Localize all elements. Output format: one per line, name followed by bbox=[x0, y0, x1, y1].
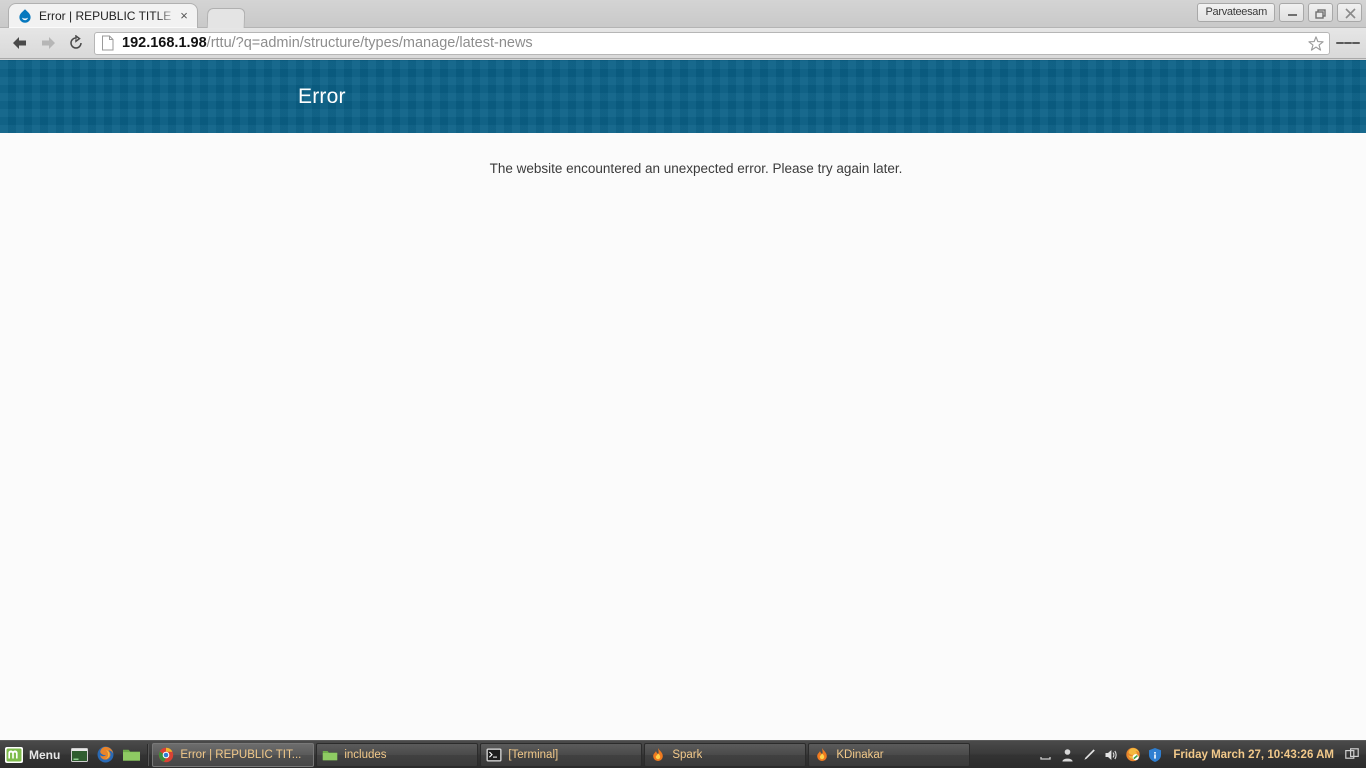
url-path: /rttu/?q=admin/structure/types/manage/la… bbox=[206, 35, 533, 51]
files-launcher[interactable] bbox=[118, 742, 144, 768]
user-icon[interactable] bbox=[1059, 747, 1075, 763]
firefox-tray-icon[interactable] bbox=[1125, 747, 1141, 763]
taskbar-window-label: Error | REPUBLIC TIT... bbox=[180, 748, 302, 761]
user-account-button[interactable]: Parvateesam bbox=[1197, 3, 1275, 22]
hamburger-line bbox=[1352, 41, 1360, 45]
folder-icon bbox=[122, 749, 140, 761]
start-menu-button[interactable]: Menu bbox=[0, 742, 66, 768]
taskbar-window-label: includes bbox=[344, 748, 387, 761]
linux-mint-logo-icon bbox=[5, 746, 23, 763]
url-host: 192.168.1.98 bbox=[122, 35, 207, 51]
update-shield-icon[interactable] bbox=[1147, 747, 1163, 763]
reload-icon bbox=[69, 35, 82, 49]
pen-icon[interactable] bbox=[1081, 747, 1097, 763]
taskbar-window-label: [Terminal] bbox=[508, 748, 559, 761]
error-message: The website encountered an unexpected er… bbox=[489, 161, 903, 176]
flame-icon bbox=[817, 747, 828, 761]
taskbar-window-label: Spark bbox=[672, 748, 703, 761]
forward-arrow-icon bbox=[42, 37, 55, 49]
minimize-icon bbox=[1288, 14, 1297, 16]
site-header: Error bbox=[0, 60, 1366, 133]
taskbar-clock[interactable]: Friday March 27, 10:43:26 AM bbox=[1169, 749, 1338, 761]
tab-close-icon[interactable]: × bbox=[177, 9, 191, 23]
close-icon bbox=[1345, 8, 1356, 19]
volume-icon[interactable] bbox=[1103, 747, 1119, 763]
taskbar-window-button[interactable]: Error | REPUBLIC TIT... bbox=[152, 742, 315, 767]
flame-icon bbox=[653, 747, 664, 761]
maximize-button[interactable] bbox=[1308, 3, 1333, 22]
hide-panel-icon[interactable] bbox=[1037, 747, 1053, 763]
new-tab-button[interactable] bbox=[206, 8, 246, 28]
drupal-droplet-icon bbox=[19, 9, 31, 23]
reload-button[interactable] bbox=[62, 30, 90, 56]
browser-tab[interactable]: Error | REPUBLIC TITLE × bbox=[8, 3, 198, 28]
taskbar-window-button[interactable]: [Terminal] bbox=[480, 742, 643, 767]
navigation-toolbar: 192.168.1.98/rttu/?q=admin/structure/typ… bbox=[0, 28, 1366, 59]
browser-window: Error | REPUBLIC TITLE × Parvateesam 192… bbox=[0, 0, 1366, 740]
forward-button[interactable] bbox=[34, 30, 62, 56]
system-tray: Friday March 27, 10:43:26 AM bbox=[1037, 747, 1366, 763]
url-text: 192.168.1.98/rttu/?q=admin/structure/typ… bbox=[122, 35, 1307, 51]
maximize-icon bbox=[1315, 9, 1326, 19]
taskbar-separator bbox=[147, 743, 150, 766]
terminal-icon bbox=[486, 748, 502, 761]
back-button[interactable] bbox=[6, 30, 34, 56]
start-menu-label: Menu bbox=[29, 747, 61, 762]
window-controls: Parvateesam bbox=[1197, 3, 1362, 22]
page-viewport: Error The website encountered an unexpec… bbox=[0, 60, 1366, 740]
taskbar: Menu Error | REPUBLIC TIT... includes [T… bbox=[0, 740, 1366, 768]
star-outline-icon[interactable] bbox=[1307, 35, 1325, 52]
firefox-launcher[interactable] bbox=[92, 742, 118, 768]
chrome-icon bbox=[159, 747, 174, 762]
tab-title: Error | REPUBLIC TITLE bbox=[39, 9, 172, 23]
hamburger-line bbox=[1336, 41, 1344, 45]
firefox-icon bbox=[97, 746, 114, 763]
hamburger-line bbox=[1344, 41, 1352, 45]
browser-menu-button[interactable] bbox=[1336, 30, 1360, 56]
close-button[interactable] bbox=[1337, 3, 1362, 22]
tab-strip: Error | REPUBLIC TITLE × Parvateesam bbox=[0, 0, 1366, 28]
page-title: Error bbox=[298, 84, 346, 108]
taskbar-window-label: KDinakar bbox=[836, 748, 884, 761]
terminal-icon bbox=[70, 747, 88, 762]
address-bar[interactable]: 192.168.1.98/rttu/?q=admin/structure/typ… bbox=[94, 31, 1330, 55]
taskbar-window-button[interactable]: Spark bbox=[644, 742, 807, 767]
back-arrow-icon bbox=[13, 37, 26, 49]
minimize-button[interactable] bbox=[1279, 3, 1304, 22]
page-document-icon bbox=[102, 35, 114, 51]
taskbar-window-button[interactable]: KDinakar bbox=[808, 742, 971, 767]
terminal-launcher[interactable] bbox=[66, 742, 92, 768]
folder-icon bbox=[323, 750, 338, 760]
taskbar-window-button[interactable]: includes bbox=[316, 742, 479, 767]
workspace-switcher-icon[interactable] bbox=[1344, 747, 1360, 763]
